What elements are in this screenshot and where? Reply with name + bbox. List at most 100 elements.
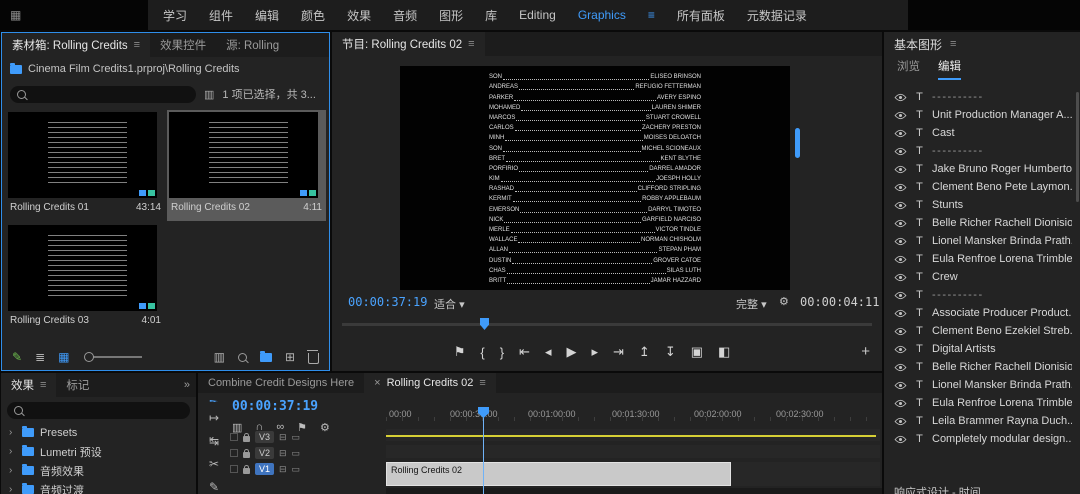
workspace-editing[interactable]: Editing (508, 8, 567, 22)
list-view-button[interactable]: ≣ (35, 350, 45, 364)
graphics-layer-row[interactable]: T Stunts (884, 196, 1080, 214)
play-button[interactable]: ▶ (566, 344, 576, 360)
export-frame-button[interactable]: ▣ (691, 344, 703, 360)
tab-source-monitor[interactable]: 源: Rolling (216, 33, 289, 57)
track-header-v3[interactable]: V3 ⊟ ▭ (230, 431, 300, 443)
graphics-layer-row[interactable]: T Completely modular design... (884, 430, 1080, 448)
sync-lock-toggle[interactable] (230, 465, 238, 473)
timeline-settings-icon[interactable]: ⚙ (320, 421, 330, 434)
workspace-metadata-logging[interactable]: 元数据记录 (736, 7, 818, 24)
ripple-edit-tool[interactable]: ↹ (209, 434, 219, 448)
eye-visibility-icon[interactable] (894, 93, 907, 102)
panel-menu-icon[interactable]: ≡ (40, 379, 46, 391)
eye-visibility-icon[interactable] (894, 219, 907, 228)
track-target-badge[interactable]: V3 (255, 431, 274, 443)
monitor-scrubber[interactable] (342, 318, 872, 330)
eye-visibility-icon[interactable] (894, 201, 907, 210)
workspace-learning[interactable]: 学习 (152, 7, 198, 24)
razor-tool[interactable]: ✂ (209, 457, 219, 471)
new-bin-button[interactable] (259, 350, 272, 362)
comparison-view-button[interactable]: ◧ (718, 344, 730, 360)
lock-icon[interactable] (243, 464, 250, 474)
close-icon[interactable]: × (374, 377, 380, 389)
v3-clip-bar[interactable] (386, 435, 876, 437)
eye-visibility-icon[interactable] (894, 165, 907, 174)
graphics-layer-row[interactable]: T Jake Bruno Roger Humberto... (884, 160, 1080, 178)
eye-visibility-icon[interactable] (894, 417, 907, 426)
tab-bin-rolling-credits[interactable]: 素材箱: Rolling Credits ≡ (2, 33, 151, 57)
graphics-layer-row[interactable]: T Unit Production Manager A... (884, 106, 1080, 124)
workspace-overflow-icon[interactable]: ≡ (637, 8, 666, 22)
eye-visibility-icon[interactable] (894, 237, 907, 246)
lift-button[interactable]: ↥ (639, 344, 650, 360)
eye-visibility-icon[interactable] (894, 381, 907, 390)
mark-in-button[interactable]: { (480, 345, 484, 360)
extract-button[interactable]: ↧ (665, 344, 676, 360)
go-to-in-button[interactable]: ⇤ (519, 344, 530, 360)
playback-resolution-select[interactable]: 完整 ▾ (736, 296, 767, 312)
workspace-libraries[interactable]: 库 (474, 7, 508, 24)
graphics-layer-row[interactable]: T Lionel Mansker Brinda Prath... (884, 232, 1080, 250)
track-header-v2[interactable]: V2 ⊟ ▭ (230, 447, 300, 459)
app-icon[interactable]: ▦ (0, 0, 148, 30)
button-editor-plus[interactable]: + (861, 343, 870, 360)
breadcrumb[interactable]: Cinema Film Credits1.prproj\Rolling Cred… (2, 57, 329, 81)
project-search-input[interactable] (10, 85, 196, 103)
eye-visibility-icon[interactable] (894, 399, 907, 408)
tab-edit[interactable]: 编辑 (938, 58, 961, 80)
track-v2[interactable] (386, 445, 880, 458)
track-select-tool[interactable]: ↦ (209, 411, 219, 425)
graphics-layer-row[interactable]: T Eula Renfroe Lorena Trimble... (884, 250, 1080, 268)
graphics-layer-row[interactable]: T Eula Renfroe Lorena Trimble... (884, 394, 1080, 412)
pen-tool[interactable]: ✎ (209, 480, 219, 494)
eye-visibility-icon[interactable] (894, 147, 907, 156)
program-current-timecode[interactable]: 00:00:37:19 (348, 295, 427, 309)
workspace-effects[interactable]: 效果 (336, 7, 382, 24)
track-header-v1[interactable]: V1 ⊟ ▭ (230, 463, 300, 475)
workspace-color[interactable]: 颜色 (290, 7, 336, 24)
playhead-line[interactable] (483, 409, 484, 494)
graphics-layer-row[interactable]: T Leila Brammer Rayna Duch... (884, 412, 1080, 430)
delete-button[interactable] (307, 350, 319, 364)
bin-item[interactable]: Rolling Credits 03 4:01 (6, 223, 165, 334)
tab-effects[interactable]: 效果 ≡ (1, 373, 57, 397)
track-v1[interactable]: Rolling Credits 02 (386, 462, 880, 486)
graphics-layer-row[interactable]: T Associate Producer Product... (884, 304, 1080, 322)
expand-chevron-icon[interactable]: › (9, 446, 16, 457)
workspace-audio[interactable]: 音频 (382, 7, 428, 24)
lock-icon[interactable] (243, 448, 250, 458)
effects-folder[interactable]: › Lumetri 预设 (1, 442, 196, 461)
eye-visibility-icon[interactable] (894, 435, 907, 444)
lock-icon[interactable] (243, 432, 250, 442)
icon-view-button[interactable]: ▦ (58, 350, 69, 364)
timeline-current-timecode[interactable]: 00:00:37:19 (232, 399, 318, 414)
time-ruler[interactable]: 00:00 00:00:30:00 00:01:00:00 00:01:30:0… (386, 407, 882, 421)
workspace-editing-zh[interactable]: 编辑 (244, 7, 290, 24)
panel-menu-icon[interactable]: ≡ (134, 39, 140, 51)
panel-menu-icon[interactable]: ≡ (468, 38, 474, 50)
find-button[interactable] (237, 352, 247, 362)
track-output-icon[interactable]: ⊟ (279, 448, 287, 459)
eye-visibility-icon[interactable] (894, 111, 907, 120)
effects-folder[interactable]: › 音频过渡 (1, 480, 196, 494)
effects-folder[interactable]: › Presets (1, 423, 196, 442)
track-option-icon[interactable]: ▭ (292, 464, 301, 475)
track-output-icon[interactable]: ⊟ (279, 432, 287, 443)
monitor-scrollbar[interactable] (795, 128, 800, 158)
monitor-settings-icon[interactable]: ⚙ (779, 295, 789, 308)
graphics-layer-row[interactable]: T Cast (884, 124, 1080, 142)
track-target-badge[interactable]: V2 (255, 447, 274, 459)
graphics-layer-row[interactable]: T Lionel Mansker Brinda Prath... (884, 376, 1080, 394)
tab-effect-controls[interactable]: 效果控件 (150, 33, 216, 57)
graphics-layer-row[interactable]: T Crew (884, 268, 1080, 286)
eye-visibility-icon[interactable] (894, 345, 907, 354)
go-to-out-button[interactable]: ⇥ (613, 344, 624, 360)
workspace-graphics[interactable]: Graphics (567, 8, 637, 22)
sync-lock-toggle[interactable] (230, 433, 238, 441)
monitor-playhead[interactable] (480, 318, 489, 330)
eye-visibility-icon[interactable] (894, 273, 907, 282)
workspace-assembly[interactable]: 组件 (198, 7, 244, 24)
track-output-icon[interactable]: ⊟ (279, 464, 287, 475)
track-option-icon[interactable]: ▭ (292, 448, 301, 459)
graphics-layer-row[interactable]: T Belle Richer Rachell Dionisio... (884, 358, 1080, 376)
